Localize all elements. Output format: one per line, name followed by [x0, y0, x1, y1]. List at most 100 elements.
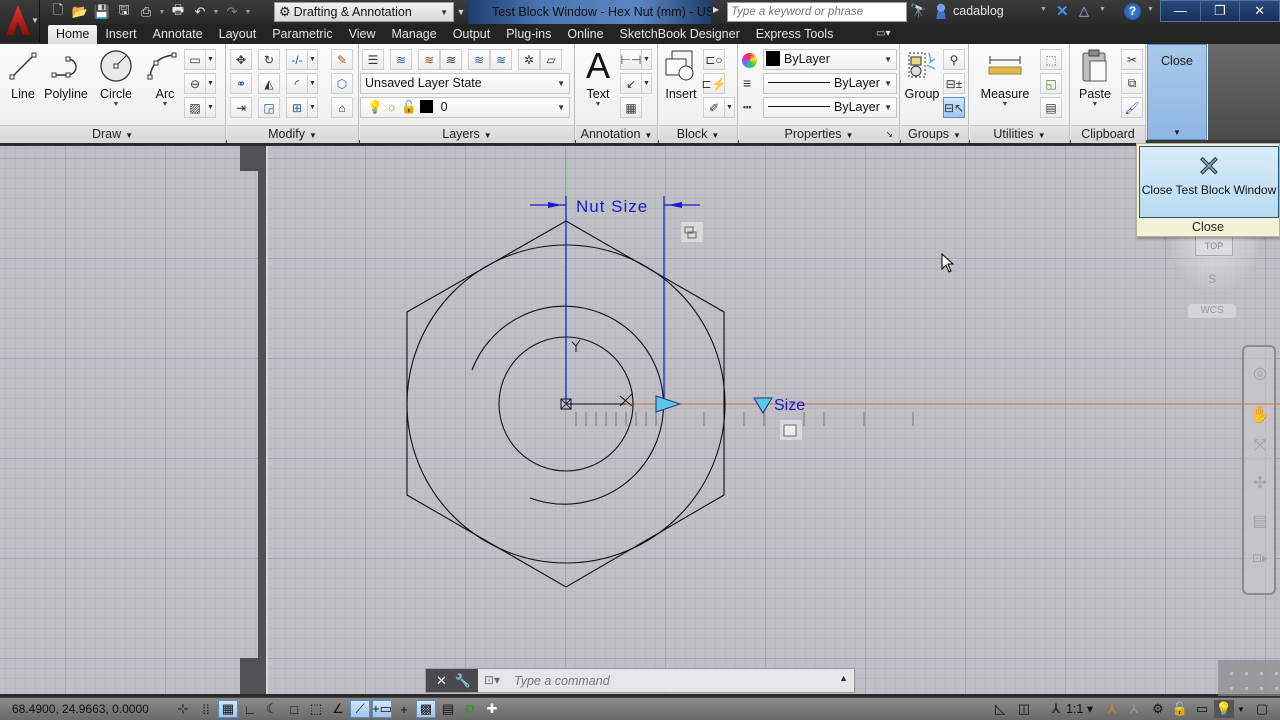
- groups-panel-title[interactable]: Groups ▼: [901, 125, 968, 143]
- grid-display-toggle[interactable]: ▦: [218, 700, 238, 718]
- create-block-icon[interactable]: ⊏○: [703, 49, 725, 70]
- tab-parametric[interactable]: Parametric: [264, 25, 340, 44]
- dialog-launcher-icon[interactable]: ↘: [885, 126, 893, 143]
- previous-layer-icon[interactable]: ≋: [440, 49, 462, 70]
- customize-qat-button[interactable]: ▼: [455, 3, 467, 21]
- ribbon-minimize-icon[interactable]: ▭▾: [876, 28, 890, 39]
- close-window-button[interactable]: ✕: [1240, 1, 1279, 21]
- scale-icon[interactable]: ◲: [258, 97, 280, 118]
- chevron-down-icon[interactable]: ▼: [308, 97, 318, 118]
- layer-state-dropdown[interactable]: Unsaved Layer State ▼: [360, 73, 570, 94]
- group-edit-icon[interactable]: ⊟±: [943, 73, 965, 94]
- transparency-toggle[interactable]: ▩: [416, 700, 436, 718]
- tab-home[interactable]: Home: [48, 25, 98, 44]
- selection-cycling-toggle[interactable]: ⧉: [460, 700, 480, 718]
- stretch-grip[interactable]: [655, 395, 682, 413]
- quick-view-layouts-icon[interactable]: ◫: [1014, 700, 1034, 718]
- match-properties-icon[interactable]: 🖌: [1121, 97, 1143, 118]
- group-button[interactable]: Group: [903, 48, 941, 101]
- chevron-down-icon[interactable]: ▼: [725, 97, 735, 118]
- arc-button[interactable]: Arc ▼: [142, 48, 182, 109]
- cut-icon[interactable]: ✂: [1121, 49, 1143, 70]
- tab-insert[interactable]: Insert: [97, 25, 144, 44]
- modify-panel-title[interactable]: Modify ▼: [227, 125, 358, 143]
- polar-tracking-toggle[interactable]: ☾: [262, 700, 282, 718]
- copy-icon[interactable]: ⚭: [230, 73, 252, 94]
- chevron-right-icon[interactable]: ▶: [713, 5, 719, 14]
- draw-panel-title[interactable]: Draw ▼: [0, 125, 225, 143]
- workspace-dropdown[interactable]: ⚙ Drafting & Annotation ▼: [274, 2, 454, 22]
- binoculars-icon[interactable]: 🔭: [910, 3, 926, 19]
- infer-constraints-toggle[interactable]: ⊹: [173, 700, 193, 718]
- explode-icon[interactable]: ⬡: [331, 73, 353, 94]
- tab-plug-ins[interactable]: Plug-ins: [498, 25, 559, 44]
- table-icon[interactable]: ▦: [620, 97, 642, 118]
- block-panel-title[interactable]: Block ▼: [659, 125, 737, 143]
- utilities-panel-title[interactable]: Utilities ▼: [970, 125, 1069, 143]
- sign-in-user[interactable]: cadablog: [934, 3, 1004, 19]
- array-icon[interactable]: ⊞: [286, 97, 308, 118]
- search-input[interactable]: [727, 2, 907, 22]
- tab-sketchbook-designer[interactable]: SketchBook Designer: [612, 25, 748, 44]
- tab-view[interactable]: View: [341, 25, 384, 44]
- workspace-switching-icon[interactable]: ⚙: [1148, 700, 1168, 718]
- move-icon[interactable]: ✥: [230, 49, 252, 70]
- chevron-down-icon[interactable]: ▼: [206, 49, 216, 70]
- ungroup-icon[interactable]: ⚲: [943, 49, 965, 70]
- hardware-acceleration-icon[interactable]: ▭: [1192, 700, 1212, 718]
- auto-scale-icon[interactable]: ⅄: [1124, 700, 1144, 718]
- hex-nut-drawing[interactable]: Nut Size Size: [0, 146, 1280, 694]
- quick-properties-toggle[interactable]: ▤: [438, 700, 458, 718]
- layers-panel-title[interactable]: Layers ▼: [360, 125, 574, 143]
- stretch-icon[interactable]: ⇥: [230, 97, 252, 118]
- redo-icon[interactable]: ↷: [222, 3, 242, 21]
- ortho-mode-toggle[interactable]: ∟: [240, 700, 260, 718]
- save-as-icon[interactable]: 🖫: [114, 2, 134, 21]
- minimize-button[interactable]: —: [1161, 1, 1201, 21]
- isolate-objects-icon[interactable]: 💡: [1214, 700, 1234, 718]
- linear-dimension-icon[interactable]: ⊢⊣: [620, 49, 642, 70]
- command-input[interactable]: [514, 671, 834, 690]
- ellipse-icon[interactable]: ⊖: [184, 73, 206, 94]
- trim-icon[interactable]: -/-: [286, 49, 308, 70]
- open-file-icon[interactable]: 📂: [70, 3, 90, 21]
- wrench-icon[interactable]: 🔧: [455, 673, 471, 689]
- chevron-down-icon[interactable]: ▼: [206, 73, 216, 94]
- offset-icon[interactable]: ⌂: [331, 97, 353, 118]
- coordinates-readout[interactable]: 68.4900, 24.9663, 0.0000: [12, 702, 149, 716]
- chevron-down-icon[interactable]: ▼: [206, 97, 216, 118]
- polyline-button[interactable]: Polyline: [44, 48, 88, 101]
- print-icon[interactable]: 🖶: [168, 2, 188, 21]
- fillet-icon[interactable]: ◜: [286, 73, 308, 94]
- tab-manage[interactable]: Manage: [384, 25, 445, 44]
- chevron-down-icon[interactable]: ▼: [642, 73, 652, 94]
- text-button[interactable]: A Text ▼: [578, 45, 618, 109]
- chevron-down-icon[interactable]: ▼: [212, 3, 220, 21]
- erase-icon[interactable]: ✎: [331, 49, 353, 70]
- circle-button[interactable]: Circle ▼: [96, 48, 136, 109]
- edit-attributes-icon[interactable]: ✐: [703, 97, 725, 118]
- measure-button[interactable]: Measure ▼: [976, 48, 1034, 109]
- new-file-icon[interactable]: 🗋: [48, 2, 68, 21]
- insert-button[interactable]: Insert: [661, 48, 701, 101]
- close-panel-button[interactable]: Close ▼: [1147, 44, 1207, 140]
- select-all-icon[interactable]: ◱: [1040, 73, 1062, 94]
- chevron-down-icon[interactable]: ▼: [308, 73, 318, 94]
- mirror-icon[interactable]: ◭: [258, 73, 280, 94]
- tab-annotate[interactable]: Annotate: [145, 25, 211, 44]
- rotate-icon[interactable]: ↻: [258, 49, 280, 70]
- annotation-monitor-toggle[interactable]: ✚: [482, 700, 502, 718]
- chevron-down-icon[interactable]: ▼: [1147, 6, 1154, 13]
- make-current-icon[interactable]: ≋: [390, 49, 412, 70]
- command-line-grip[interactable]: ✕ 🔧: [426, 669, 478, 692]
- properties-panel-title[interactable]: Properties ▼ ↘: [739, 125, 899, 143]
- group-selection-toggle[interactable]: ⊟↖: [943, 97, 965, 118]
- rectangle-icon[interactable]: ▭: [184, 49, 206, 70]
- copy-clip-icon[interactable]: ⧉: [1121, 73, 1143, 94]
- publish-icon[interactable]: ⎙: [136, 3, 156, 21]
- snap-mode-toggle[interactable]: ⁞⁞: [196, 700, 216, 718]
- chevron-down-icon[interactable]: ▼: [642, 49, 652, 70]
- tab-output[interactable]: Output: [445, 25, 499, 44]
- layer-unisolate-icon[interactable]: ≋: [490, 49, 512, 70]
- dynamic-input-toggle[interactable]: +▭: [372, 700, 392, 718]
